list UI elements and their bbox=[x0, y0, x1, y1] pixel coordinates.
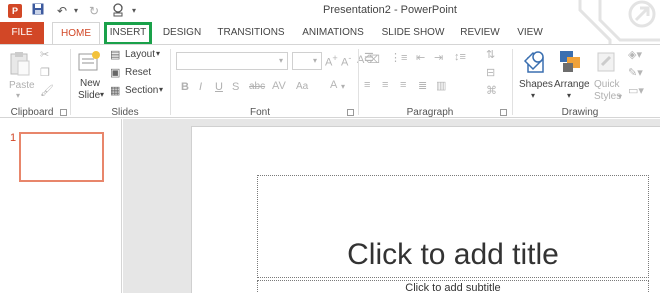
section-icon[interactable]: ▦ bbox=[110, 84, 120, 97]
reset-button[interactable]: Reset bbox=[125, 67, 151, 78]
ribbon-tabs: FILE HOME INSERT DESIGN TRANSITIONS ANIM… bbox=[0, 22, 660, 45]
increase-indent-icon[interactable]: ⇥ bbox=[434, 51, 443, 64]
subtitle-placeholder-text[interactable]: Click to add subtitle bbox=[257, 282, 649, 293]
bold-button[interactable]: B bbox=[181, 81, 189, 93]
tab-home[interactable]: HOME bbox=[52, 22, 100, 45]
italic-button[interactable]: I bbox=[199, 81, 202, 93]
clipboard-group-label: Clipboard bbox=[10, 107, 54, 118]
save-icon[interactable] bbox=[30, 3, 46, 19]
font-color-dropdown-icon[interactable]: ▾ bbox=[341, 82, 345, 91]
powerpoint-logo-icon: P bbox=[8, 4, 22, 18]
columns-icon[interactable]: ▥ bbox=[436, 79, 446, 92]
clipboard-launcher-icon[interactable] bbox=[60, 109, 67, 116]
decrease-indent-icon[interactable]: ⇤ bbox=[416, 51, 425, 64]
tab-view[interactable]: VIEW bbox=[512, 22, 548, 44]
redo-icon[interactable]: ↻ bbox=[86, 3, 102, 19]
strikethrough-button[interactable]: abc bbox=[249, 81, 265, 92]
quick-styles-label-1[interactable]: Quick bbox=[594, 79, 620, 90]
ribbon: Paste ▾ ✂ ❐ 🖌 Clipboard New Slide ▾ ▤ La… bbox=[0, 44, 660, 118]
font-group-label: Font bbox=[249, 107, 270, 118]
tab-file[interactable]: FILE bbox=[0, 22, 44, 44]
numbering-icon[interactable]: ⋮≡ bbox=[390, 51, 407, 64]
copy-icon[interactable]: ❐ bbox=[40, 66, 50, 79]
font-size-dropdown-icon[interactable]: ▾ bbox=[313, 56, 317, 65]
format-painter-icon[interactable]: 🖌 bbox=[40, 84, 54, 97]
font-size-select[interactable] bbox=[292, 52, 322, 70]
layout-icon[interactable]: ▤ bbox=[110, 48, 120, 61]
slide-thumbnail[interactable] bbox=[19, 132, 104, 182]
section-dropdown-icon[interactable]: ▾ bbox=[159, 85, 163, 94]
ribbon-divider bbox=[512, 49, 513, 115]
character-spacing-icon[interactable]: AV bbox=[272, 80, 286, 92]
underline-button[interactable]: U bbox=[215, 81, 223, 93]
paste-label[interactable]: Paste bbox=[9, 80, 35, 91]
paragraph-group-label: Paragraph bbox=[406, 107, 454, 118]
font-color-icon[interactable]: A bbox=[330, 79, 337, 91]
text-direction-icon[interactable]: ⇅ bbox=[486, 48, 495, 61]
quick-styles-icon[interactable] bbox=[596, 49, 618, 75]
customize-toolbar-icon[interactable]: ▾ bbox=[126, 3, 142, 19]
shape-fill-icon[interactable]: ◈▾ bbox=[628, 48, 642, 61]
ribbon-divider bbox=[358, 49, 359, 115]
section-button[interactable]: Section bbox=[125, 85, 158, 96]
present-icon[interactable] bbox=[110, 3, 126, 19]
shape-outline-icon[interactable]: ✎▾ bbox=[628, 66, 643, 79]
quick-styles-dropdown-icon[interactable]: ▾ bbox=[618, 92, 622, 101]
tab-animations[interactable]: ANIMATIONS bbox=[296, 22, 370, 44]
ribbon-divider bbox=[70, 49, 71, 115]
shape-effects-icon[interactable]: ▭▾ bbox=[628, 84, 644, 97]
reset-icon[interactable]: ▣ bbox=[110, 66, 120, 79]
shapes-button[interactable]: Shapes bbox=[519, 79, 553, 90]
new-slide-icon[interactable] bbox=[78, 50, 100, 74]
shadow-button[interactable]: S bbox=[232, 81, 239, 93]
ribbon-divider bbox=[170, 49, 171, 115]
new-slide-dropdown-icon[interactable]: ▾ bbox=[100, 90, 104, 99]
line-spacing-icon[interactable]: ↕≡ bbox=[454, 51, 466, 63]
arrange-dropdown-icon[interactable]: ▾ bbox=[567, 91, 571, 100]
align-center-icon[interactable]: ≡ bbox=[382, 79, 388, 91]
new-slide-label-1[interactable]: New bbox=[80, 78, 100, 89]
tab-slide-show[interactable]: SLIDE SHOW bbox=[378, 22, 448, 44]
drawing-group-label: Drawing bbox=[561, 107, 599, 118]
arrange-button[interactable]: Arrange bbox=[554, 79, 590, 90]
shapes-icon[interactable] bbox=[520, 49, 548, 75]
tab-review[interactable]: REVIEW bbox=[456, 22, 504, 44]
font-name-dropdown-icon[interactable]: ▾ bbox=[279, 56, 283, 65]
paste-dropdown-icon[interactable]: ▾ bbox=[16, 91, 20, 100]
align-right-icon[interactable]: ≡ bbox=[400, 79, 406, 91]
change-case-button[interactable]: Aa bbox=[296, 81, 308, 92]
window-title: Presentation2 - PowerPoint bbox=[323, 4, 457, 16]
paragraph-launcher-icon[interactable] bbox=[500, 109, 507, 116]
layout-dropdown-icon[interactable]: ▾ bbox=[156, 49, 160, 58]
insert-tab-highlight bbox=[104, 22, 152, 45]
paste-icon[interactable] bbox=[8, 51, 32, 77]
shrink-font-icon[interactable]: A- bbox=[341, 53, 351, 69]
arrange-icon[interactable] bbox=[558, 49, 584, 75]
layout-button[interactable]: Layout bbox=[125, 49, 155, 60]
smartart-icon[interactable]: ⌘ bbox=[486, 84, 497, 97]
tab-design[interactable]: DESIGN bbox=[158, 22, 206, 44]
font-name-select[interactable] bbox=[176, 52, 288, 70]
justify-icon[interactable]: ≣ bbox=[418, 79, 427, 92]
align-left-icon[interactable]: ≡ bbox=[364, 79, 370, 91]
align-text-icon[interactable]: ⊟ bbox=[486, 66, 495, 79]
tab-transitions[interactable]: TRANSITIONS bbox=[214, 22, 288, 44]
new-slide-label-2[interactable]: Slide bbox=[78, 90, 100, 101]
cut-icon[interactable]: ✂ bbox=[40, 48, 49, 61]
bullets-icon[interactable]: ☰ bbox=[364, 51, 374, 64]
shapes-dropdown-icon[interactable]: ▾ bbox=[531, 91, 535, 100]
slide-number: 1 bbox=[10, 132, 17, 144]
slides-group-label: Slides bbox=[111, 107, 139, 118]
grow-font-icon[interactable]: A+ bbox=[325, 53, 338, 69]
font-launcher-icon[interactable] bbox=[347, 109, 354, 116]
title-placeholder-text[interactable]: Click to add title bbox=[257, 238, 649, 272]
undo-dropdown-icon[interactable]: ▾ bbox=[68, 3, 84, 19]
